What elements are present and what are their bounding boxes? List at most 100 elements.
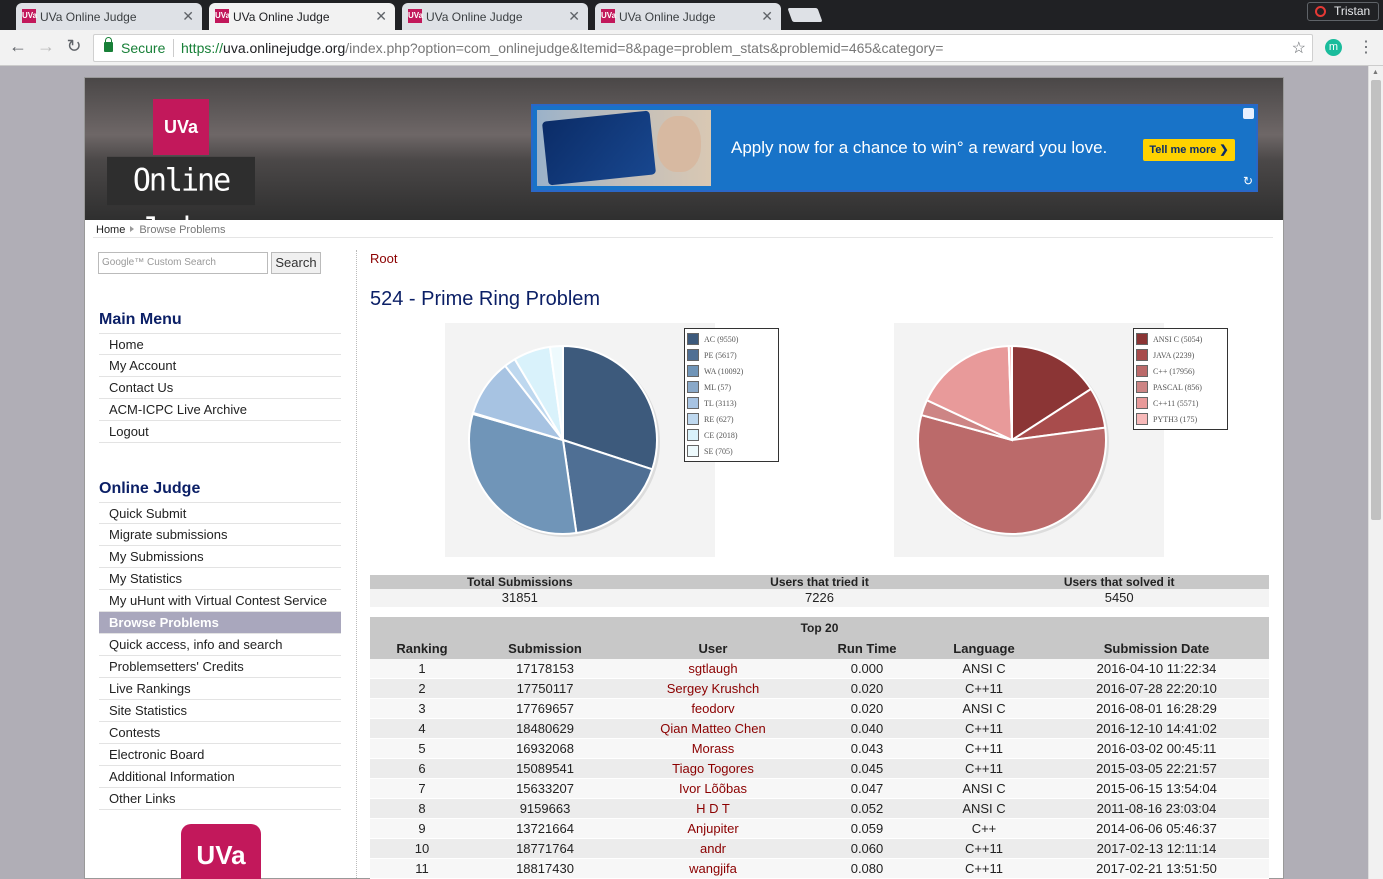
judge-menu-item[interactable]: Quick access, info and search [99,634,341,656]
judge-menu-item[interactable]: Quick Submit [99,502,341,524]
date-cell: 2017-02-21 13:51:50 [1096,861,1217,876]
address-divider [173,39,174,57]
judge-menu-item[interactable]: Problemsetters' Credits [99,656,341,678]
profile-name: Tristan [1334,4,1371,18]
browser-menu-icon[interactable]: ⋮ [1358,37,1374,57]
submission-cell: 17769657 [516,701,574,716]
judge-menu-item-active[interactable]: Browse Problems [99,612,341,634]
language-pie-svg [917,344,1109,537]
profile-button[interactable]: Tristan [1307,2,1379,21]
breadcrumb-home[interactable]: Home [96,224,125,236]
verdict-legend-item: ML (57) [685,379,778,395]
judge-menu-item[interactable]: Electronic Board [99,744,341,766]
close-tab-icon[interactable]: ✕ [568,8,580,25]
user-link[interactable]: Morass [616,739,810,758]
main-menu-item[interactable]: Home [99,333,341,355]
legend-label: ANSI C (5054) [1153,334,1203,344]
uva-logo[interactable]: UVa [153,99,209,155]
users-tried-value: 7226 [805,590,834,605]
verdict-legend: AC (9550) PE (5617) WA (10092) ML (57) TL (3… [684,328,779,462]
main-menu-item[interactable]: Contact Us [99,377,341,399]
user-link[interactable]: Ivor Lõõbas [616,779,810,798]
search-button[interactable]: Search [271,252,321,274]
main-menu-item[interactable]: My Account [99,355,341,377]
stats-header: Users that solved it [1063,575,1175,589]
scrollbar-thumb[interactable] [1371,80,1381,520]
back-arrow-icon[interactable]: ← [6,36,30,57]
url-path: /index.php?option=com_onlinejudge&Itemid… [345,40,944,56]
judge-menu-item[interactable]: My Statistics [99,568,341,590]
new-tab-button[interactable] [787,8,823,22]
ad-refresh-icon[interactable]: ↻ [1243,174,1253,188]
judge-menu-item[interactable]: Additional Information [99,766,341,788]
runtime-cell: 0.047 [850,781,884,796]
ad-info-icon[interactable] [1243,108,1254,119]
tab-2[interactable]: UVa UVa Online Judge ✕ [209,3,395,30]
judge-menu-item[interactable]: Live Rankings [99,678,341,700]
main-menu-item[interactable]: Logout [99,421,341,443]
breadcrumb-divider [93,237,1273,238]
legend-label: PE (5617) [704,350,737,360]
scroll-up-arrow-icon[interactable]: ▲ [1372,69,1379,76]
tab-4[interactable]: UVa UVa Online Judge ✕ [595,3,781,30]
legend-label: ML (57) [704,382,732,392]
close-tab-icon[interactable]: ✕ [182,8,194,25]
legend-swatch [687,413,699,425]
legend-label: C++ (17956) [1153,366,1195,376]
user-link[interactable]: wangjifa [616,859,810,878]
judge-menu-item[interactable]: My Submissions [99,546,341,568]
close-tab-icon[interactable]: ✕ [761,8,773,25]
legend-label: AC (9550) [704,334,739,344]
address-bar[interactable]: Secure https://uva.onlinejudge.org/index… [93,34,1313,62]
tab-3[interactable]: UVa UVa Online Judge ✕ [402,3,588,30]
submission-cell: 15089541 [516,761,574,776]
reload-icon[interactable]: ↻ [62,36,86,57]
online-judge-logo[interactable]: Online Judge [107,156,255,247]
ad-tell-me-more-button[interactable]: Tell me more ❯ [1143,139,1235,161]
user-link[interactable]: Sergey Krushch [616,679,810,698]
user-link[interactable]: andr [616,839,810,858]
user-link[interactable]: Qian Matteo Chen [616,719,810,738]
judge-menu-item[interactable]: Migrate submissions [99,524,341,546]
judge-menu-item[interactable]: My uHunt with Virtual Contest Service [99,590,341,612]
forward-arrow-icon[interactable]: → [34,36,58,57]
uva-favicon-icon: UVa [22,9,37,23]
main-menu-item[interactable]: ACM-ICPC Live Archive [99,399,341,421]
judge-menu-item[interactable]: Site Statistics [99,700,341,722]
users-solved-value: 5450 [1104,590,1134,605]
user-link[interactable]: Anjupiter [616,819,810,838]
root-link[interactable]: Root [370,251,397,266]
user-link[interactable]: feodorv [616,699,810,718]
site-header: UVa Online Judge Apply now for a chance … [85,78,1283,247]
rank-cell: 5 [418,741,426,756]
total-submissions-value: 31851 [501,590,538,605]
legend-swatch [1136,365,1148,377]
judge-menu-item[interactable]: Contests [99,722,341,744]
uva-badge-logo[interactable]: UVa [181,824,261,879]
advertisement-banner[interactable]: Apply now for a chance to win° a reward … [531,104,1258,192]
google-search-input[interactable]: Google™ Custom Search [98,252,268,274]
stats-header: Users that tried it [770,575,869,589]
tab-1[interactable]: UVa UVa Online Judge ✕ [16,3,202,30]
table-row: 3 17769657 feodorv 0.020 ANSI C 2016-08-01 16… [370,699,1269,719]
bookmark-star-icon[interactable]: ☆ [1292,38,1306,58]
submission-stats: Total Submissions Users that tried it Us… [370,575,1269,607]
close-tab-icon[interactable]: ✕ [375,8,387,25]
legend-label: WA (10092) [704,366,744,376]
extension-icon[interactable]: m [1325,39,1342,56]
main-menu: Home My Account Contact Us ACM-ICPC Live… [99,333,341,443]
user-link[interactable]: Tiago Togores [616,759,810,778]
user-link[interactable]: H D T [616,799,810,818]
judge-menu-item[interactable]: Other Links [99,788,341,810]
date-cell: 2016-08-01 16:28:29 [1096,701,1217,716]
page-scrollbar[interactable]: ▲ [1368,66,1383,879]
url-text[interactable]: https://uva.onlinejudge.org/index.php?op… [181,40,943,56]
uva-favicon-icon: UVa [215,9,230,23]
runtime-cell: 0.080 [850,861,884,876]
legend-label: SE (705) [704,446,733,456]
top20-rows: 1 17178153 sgtlaugh 0.000 ANSI C 2016-04-10 1… [370,659,1269,879]
profile-icon [1315,6,1326,17]
user-link[interactable]: sgtlaugh [616,659,810,678]
language-legend-item: PYTH3 (175) [1134,411,1227,427]
date-cell: 2014-06-06 05:46:37 [1096,821,1217,836]
